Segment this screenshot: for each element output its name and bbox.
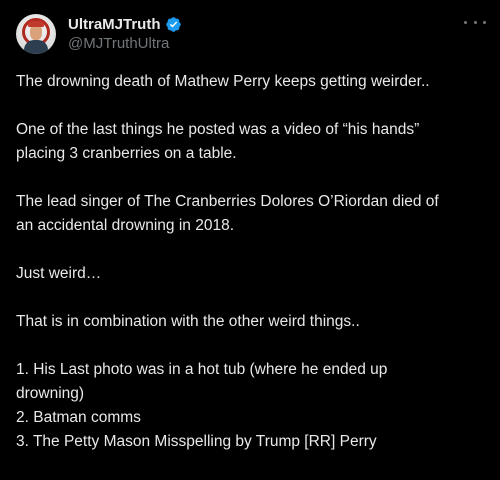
tweet-list-line: 3. The Petty Mason Misspelling by Trump …: [16, 433, 377, 450]
more-horizontal-icon-dot: [473, 20, 477, 24]
verified-badge-icon: [165, 16, 181, 32]
tweet-paragraph: The drowning death of Mathew Perry keeps…: [16, 70, 488, 94]
more-options-button[interactable]: [464, 14, 486, 30]
tweet-line: Just weird…: [16, 265, 102, 282]
tweet-line: The drowning death of Mathew Perry keeps…: [16, 73, 430, 90]
tweet-list-line: 1. His Last photo was in a hot tub (wher…: [16, 361, 388, 378]
tweet-line: placing 3 cranberries on a table.: [16, 145, 237, 162]
author-display-name[interactable]: UltraMJTruth: [68, 16, 161, 33]
tweet-list-line: drowning): [16, 385, 85, 402]
more-horizontal-icon-dot: [464, 20, 467, 24]
avatar-figure-hat: [28, 21, 44, 27]
more-horizontal-icon-dot: [483, 20, 486, 24]
tweet-header: UltraMJTruth @MJTruthUltra: [16, 12, 486, 56]
author-name-row: UltraMJTruth: [68, 14, 182, 34]
avatar-figure-body: [24, 40, 48, 54]
tweet-paragraph: 1. His Last photo was in a hot tub (wher…: [16, 358, 488, 454]
author-handle[interactable]: @MJTruthUltra: [68, 34, 182, 54]
tweet-card: UltraMJTruth @MJTruthUltra The drowning …: [0, 0, 500, 480]
tweet-line: an accidental drowning in 2018.: [16, 217, 235, 234]
tweet-line: That is in combination with the other we…: [16, 313, 360, 330]
avatar[interactable]: [16, 14, 56, 54]
tweet-paragraph: Just weird…: [16, 262, 488, 286]
tweet-list-line: 2. Batman comms: [16, 409, 141, 426]
tweet-paragraph: One of the last things he posted was a v…: [16, 118, 488, 166]
tweet-paragraph: The lead singer of The Cranberries Dolor…: [16, 190, 488, 238]
tweet-line: The lead singer of The Cranberries Dolor…: [16, 193, 439, 210]
tweet-line: One of the last things he posted was a v…: [16, 121, 420, 138]
author-info: UltraMJTruth @MJTruthUltra: [68, 14, 182, 54]
tweet-text: The drowning death of Mathew Perry keeps…: [16, 70, 488, 454]
tweet-paragraph: That is in combination with the other we…: [16, 310, 488, 334]
